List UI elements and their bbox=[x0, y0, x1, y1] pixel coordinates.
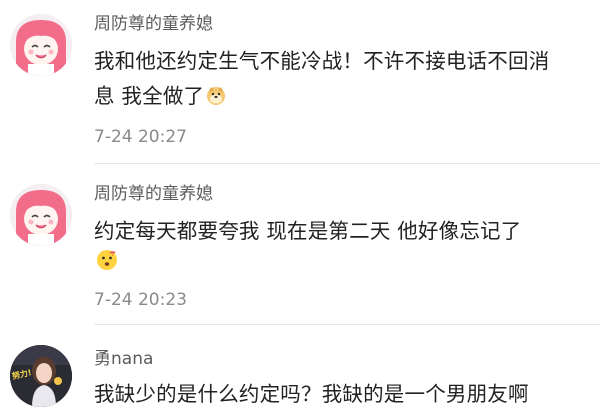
comment-text: 约定每天都要夸我 现在是第二天 他好像忘记了 bbox=[94, 214, 564, 249]
confused-emoji-icon: ? bbox=[96, 249, 118, 271]
comment-item: 周防尊的童养媳 约定每天都要夸我 现在是第二天 他好像忘记了 ? 7-24 20… bbox=[0, 170, 600, 325]
comment-time: 7-24 20:27 bbox=[94, 127, 187, 147]
svg-text:?: ? bbox=[111, 251, 114, 258]
comment-item: 周防尊的童养媳 我和他还约定生气不能冷战！不许不接电话不回消息 我全做了 7-2… bbox=[0, 0, 600, 170]
comment-author[interactable]: 周防尊的童养媳 bbox=[94, 184, 213, 204]
comment-author[interactable]: 勇nana bbox=[94, 349, 153, 369]
avatar[interactable] bbox=[10, 14, 72, 76]
divider bbox=[94, 163, 600, 164]
comment-text-content: 我缺少的是什么约定吗？我缺的是一个男朋友啊 bbox=[94, 382, 529, 406]
comment-time: 7-24 20:23 bbox=[94, 290, 187, 310]
comment-item: 努力! 勇nana 我缺少的是什么约定吗？我缺的是一个男朋友啊 bbox=[0, 325, 600, 407]
comment-text-content: 约定每天都要夸我 现在是第二天 他好像忘记了 bbox=[94, 219, 522, 243]
comment-text-content: 我和他还约定生气不能冷战！不许不接电话不回消息 我全做了 bbox=[94, 49, 550, 108]
comment-author[interactable]: 周防尊的童养媳 bbox=[94, 14, 213, 34]
doge-emoji-icon bbox=[206, 82, 226, 117]
comment-text: 我缺少的是什么约定吗？我缺的是一个男朋友啊 bbox=[94, 377, 564, 412]
comment-text: 我和他还约定生气不能冷战！不许不接电话不回消息 我全做了 bbox=[94, 44, 564, 117]
avatar[interactable]: 努力! bbox=[10, 345, 72, 407]
avatar[interactable] bbox=[10, 184, 72, 246]
